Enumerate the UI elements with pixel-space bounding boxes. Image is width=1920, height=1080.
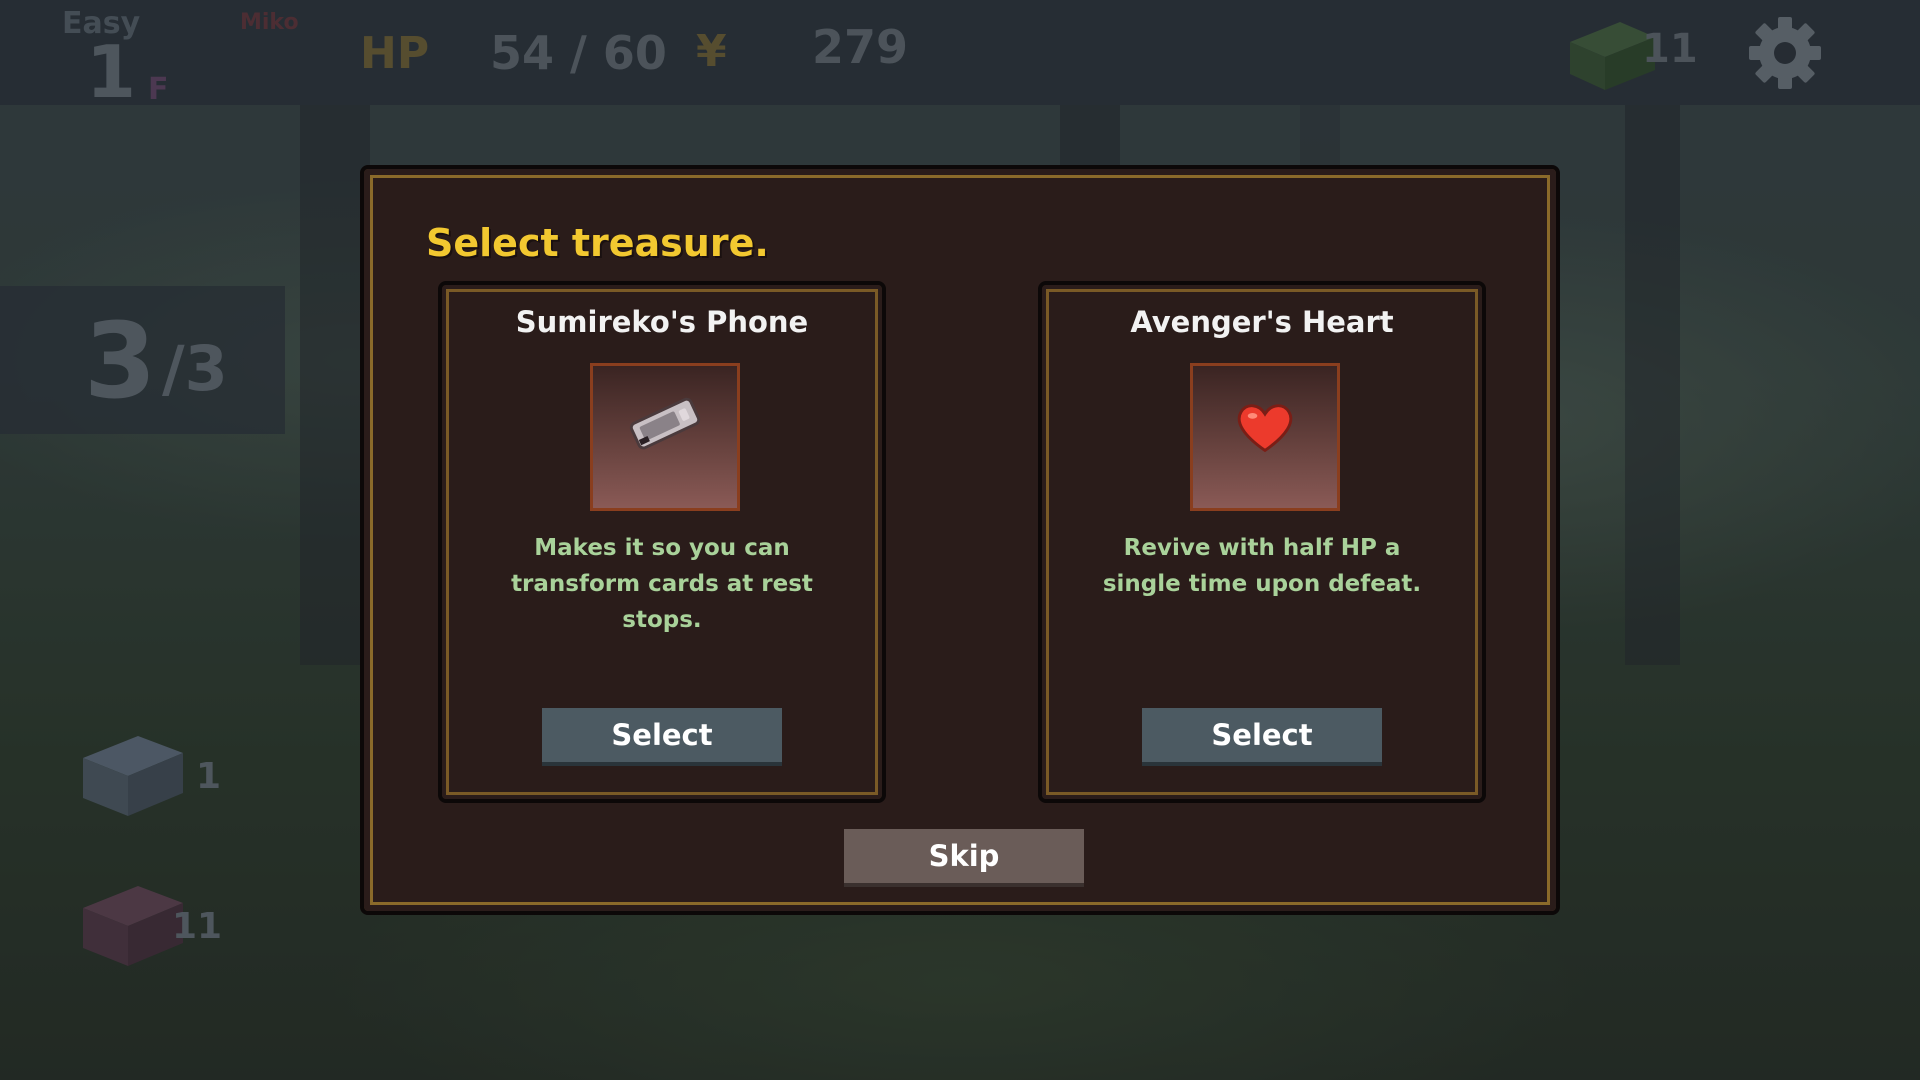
treasure-description: Makes it so you can transform cards at r… (511, 535, 813, 633)
treasure-card: Avenger's Heart Revive with half HP a si… (1038, 281, 1486, 803)
treasure-description: Revive with half HP a single time upon d… (1102, 535, 1422, 597)
skip-button[interactable]: Skip (844, 829, 1084, 887)
phone-icon (590, 363, 740, 511)
select-button[interactable]: Select (1142, 708, 1382, 766)
treasure-name: Sumireko's Phone (515, 305, 809, 339)
modal-title: Select treasure. (426, 221, 769, 265)
treasure-name: Avenger's Heart (1130, 305, 1394, 339)
treasure-modal: Select treasure. Sumireko's Phone Makes … (360, 165, 1560, 915)
heart-icon (1190, 363, 1340, 511)
treasure-card: Sumireko's Phone Makes it so you can tra… (438, 281, 886, 803)
select-button[interactable]: Select (542, 708, 782, 766)
